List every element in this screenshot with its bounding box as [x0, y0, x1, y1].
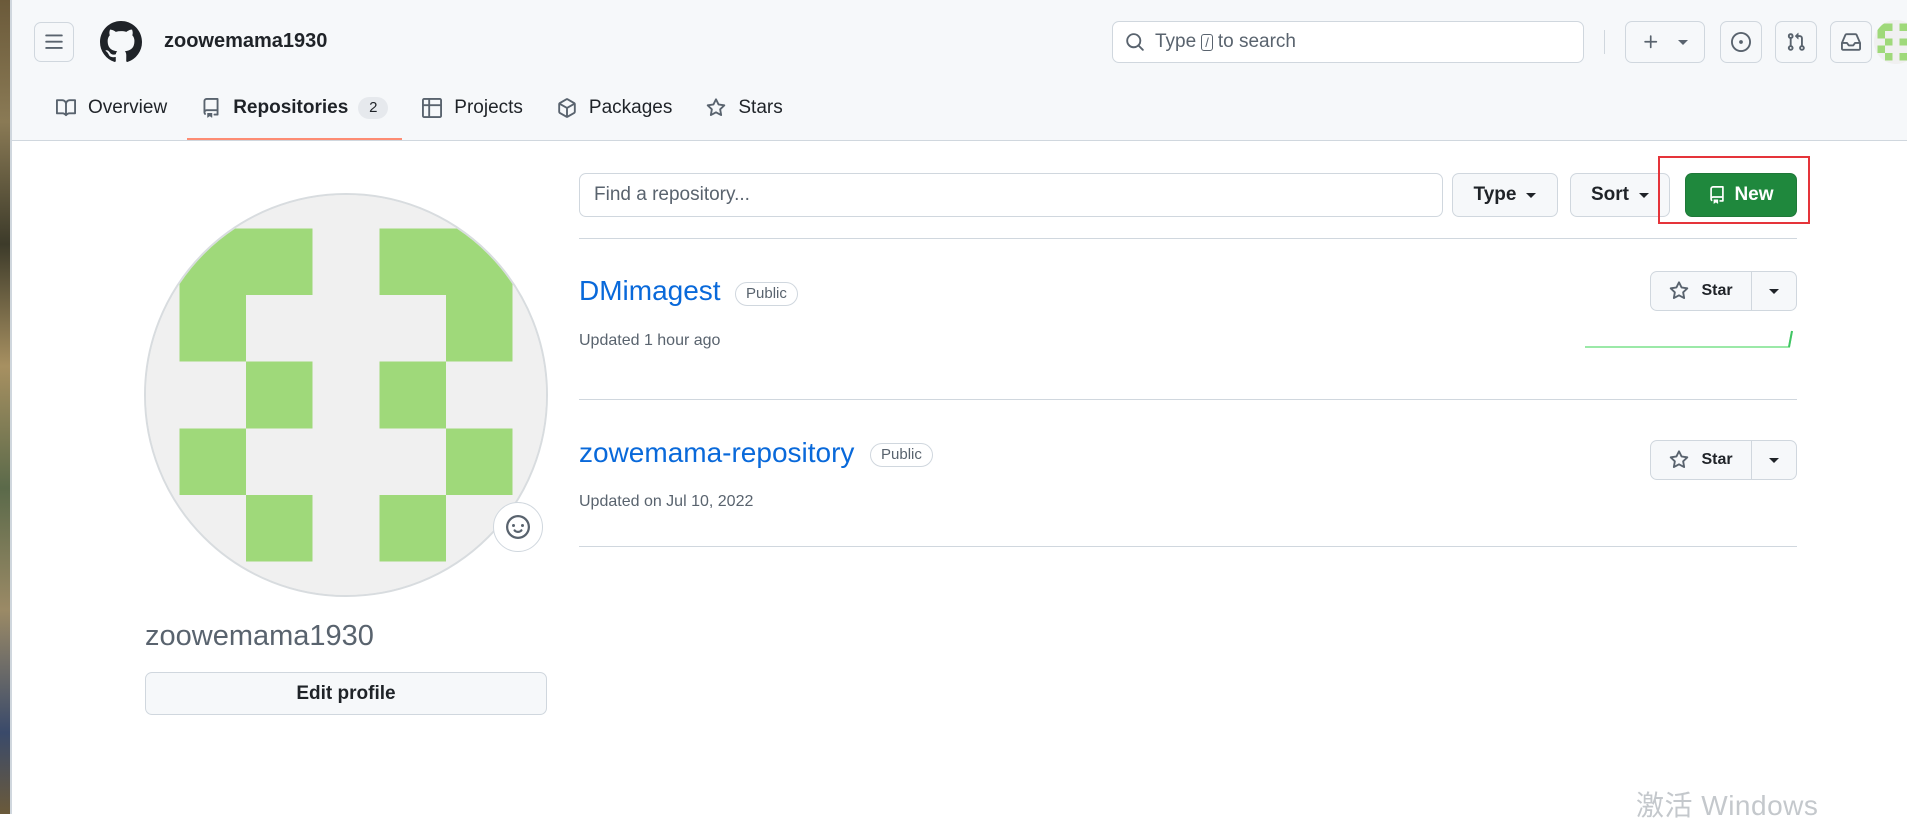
user-avatar[interactable] [1874, 20, 1907, 64]
star-label: Star [1701, 451, 1733, 468]
tab-stars-label: Stars [738, 97, 783, 118]
chevron-down-icon [1639, 192, 1649, 198]
slash-key-hint: / [1201, 33, 1213, 51]
type-filter-button[interactable]: Type [1452, 173, 1558, 217]
global-search[interactable]: Type / to search [1112, 21, 1584, 63]
header-username[interactable]: zoowemama1930 [164, 30, 327, 53]
profile-tabs: Overview Repositories 2 Projects Package… [42, 92, 803, 140]
star-button-group: Star [1650, 271, 1797, 311]
star-icon [1669, 450, 1689, 470]
tab-repositories-label: Repositories [233, 97, 349, 118]
tab-projects-label: Projects [454, 97, 523, 118]
star-label: Star [1701, 282, 1733, 299]
search-hint-post: to search [1217, 31, 1296, 52]
github-logo-icon[interactable] [100, 21, 142, 63]
repo-count-badge: 2 [358, 97, 389, 119]
windows-activation-watermark: 激活 Windows [1636, 790, 1819, 821]
activity-sparkline [1585, 330, 1793, 348]
tab-stars[interactable]: Stars [692, 92, 796, 124]
chevron-down-icon [1678, 39, 1688, 45]
search-hint-pre: Type [1155, 31, 1197, 52]
repo-updated-time: Updated 1 hour ago [579, 332, 721, 349]
tab-packages-label: Packages [588, 97, 673, 118]
package-icon [557, 98, 577, 118]
sort-label: Sort [1591, 184, 1629, 205]
repo-link[interactable]: zowemama-repository [579, 437, 854, 469]
star-button[interactable]: Star [1651, 441, 1752, 479]
list-divider [579, 546, 1797, 547]
tab-projects[interactable]: Projects [408, 92, 537, 124]
annotation-highlight [1658, 156, 1810, 224]
sort-button[interactable]: Sort [1570, 173, 1670, 217]
git-pull-request-icon [1787, 32, 1805, 51]
pull-requests-button[interactable] [1775, 21, 1817, 63]
tab-packages[interactable]: Packages [543, 92, 686, 124]
set-status-button[interactable] [493, 502, 543, 552]
inbox-button[interactable] [1830, 21, 1872, 63]
star-lists-dropdown[interactable] [1752, 272, 1796, 310]
tab-overview-label: Overview [88, 97, 168, 118]
tab-overview[interactable]: Overview [42, 92, 181, 124]
global-header: zoowemama1930 Type / to search Overview … [12, 0, 1907, 141]
search-hint: Type / to search [1155, 31, 1296, 53]
search-icon [1125, 32, 1145, 52]
star-icon [1669, 281, 1689, 301]
plus-icon [1644, 35, 1658, 49]
list-divider [579, 238, 1797, 239]
issues-button[interactable] [1720, 21, 1762, 63]
type-filter-label: Type [1473, 184, 1517, 205]
repo-link[interactable]: DMimagest [579, 275, 721, 307]
header-divider [1604, 30, 1605, 54]
repo-icon [201, 98, 221, 118]
star-lists-dropdown[interactable] [1752, 441, 1796, 479]
chevron-down-icon [1526, 192, 1537, 198]
list-divider [579, 399, 1797, 400]
repo-updated-time: Updated on Jul 10, 2022 [579, 493, 754, 510]
chevron-down-icon [1769, 457, 1779, 463]
menu-button[interactable] [34, 22, 74, 62]
smiley-icon [506, 515, 530, 539]
create-new-button[interactable] [1625, 21, 1705, 63]
tab-repositories[interactable]: Repositories 2 [187, 92, 403, 140]
edit-profile-button[interactable]: Edit profile [145, 672, 547, 715]
star-icon [706, 98, 726, 118]
star-button[interactable]: Star [1651, 272, 1752, 310]
book-icon [56, 98, 76, 118]
find-repository-input[interactable] [579, 173, 1443, 217]
desktop-edge [0, 0, 10, 814]
star-button-group: Star [1650, 440, 1797, 480]
table-icon [422, 98, 443, 118]
profile-avatar[interactable] [144, 193, 548, 597]
issue-opened-icon [1731, 32, 1751, 52]
visibility-badge: Public [870, 443, 933, 467]
inbox-icon [1841, 33, 1861, 51]
profile-username: zoowemama1930 [145, 620, 374, 652]
visibility-badge: Public [735, 282, 798, 306]
hamburger-icon [45, 34, 63, 49]
identicon [146, 195, 546, 595]
chevron-down-icon [1769, 288, 1779, 294]
